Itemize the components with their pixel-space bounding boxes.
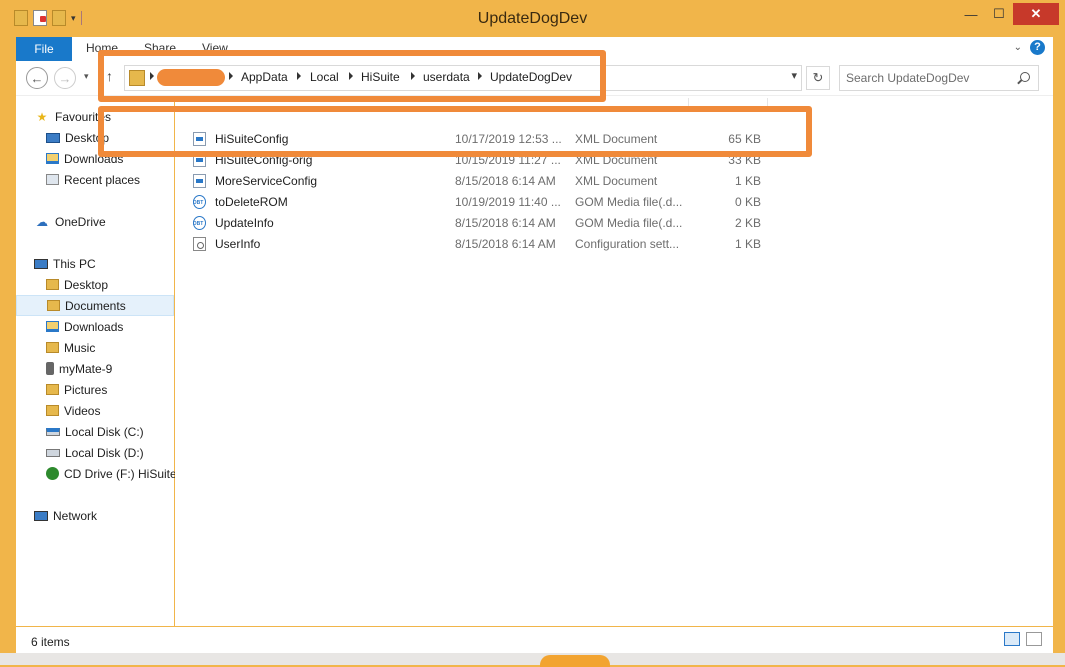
file-type: GOM Media file(.d... [575, 215, 683, 230]
close-button[interactable]: ✕ [1013, 3, 1059, 25]
cd-drive-icon [46, 467, 59, 480]
expand-ribbon-icon[interactable]: ⌄ [1014, 42, 1022, 53]
downloads-icon [46, 153, 59, 164]
star-icon: ★ [36, 109, 48, 124]
dbt-file-icon [193, 194, 206, 209]
nav-label: Local Disk (C:) [65, 424, 144, 439]
nav-thispc[interactable]: This PC [34, 253, 192, 274]
windows-drive-icon [46, 427, 60, 436]
nav-label: Documents [65, 298, 126, 313]
dbt-file-icon [193, 215, 206, 230]
computer-icon [34, 258, 48, 269]
refresh-button[interactable]: ↻ [806, 66, 830, 90]
nav-label: CD Drive (F:) HiSuite [64, 466, 177, 481]
explorer-window: ▾ UpdateDogDev — ☐ ✕ File Home Share Vie… [0, 0, 1065, 660]
onedrive-icon: ☁ [36, 214, 48, 229]
search-box[interactable]: Search UpdateDogDev [839, 65, 1039, 91]
nav-label: Network [53, 508, 98, 523]
nav-label: Desktop [64, 277, 109, 292]
xml-file-icon [193, 173, 206, 188]
phone-icon [46, 362, 54, 375]
nav-label: Music [64, 340, 96, 355]
file-row[interactable]: MoreServiceConfig 8/15/2018 6:14 AM XML … [193, 170, 833, 191]
nav-label: Pictures [64, 382, 108, 397]
file-row[interactable]: toDeleteROM 10/19/2019 11:40 ... GOM Med… [193, 191, 833, 212]
file-row[interactable]: UpdateInfo 8/15/2018 6:14 AM GOM Media f… [193, 212, 833, 233]
config-file-icon [193, 236, 206, 251]
item-count: 6 items [31, 635, 70, 649]
file-size: 2 KB [734, 215, 761, 230]
window-title: UpdateDogDev [477, 10, 588, 27]
file-size: 0 KB [734, 194, 761, 209]
title-bar: ▾ UpdateDogDev — ☐ ✕ [0, 0, 1065, 38]
file-type: GOM Media file(.d... [575, 194, 683, 209]
help-icon[interactable]: ? [1030, 40, 1045, 55]
network-icon [34, 510, 48, 521]
decorative-shape [540, 655, 610, 667]
file-name: UserInfo [215, 236, 261, 251]
desktop-folder-icon [46, 279, 59, 290]
videos-folder-icon [46, 405, 59, 416]
nav-label: myMate-9 [59, 361, 113, 376]
music-folder-icon [46, 342, 59, 353]
nav-label: Recent places [64, 172, 141, 187]
forward-button[interactable]: → [54, 67, 76, 89]
file-date: 8/15/2018 6:14 AM [455, 173, 556, 188]
file-date: 10/19/2019 11:40 ... [455, 194, 561, 209]
file-size: 1 KB [734, 236, 761, 251]
file-date: 8/15/2018 6:14 AM [455, 236, 556, 251]
drive-icon [46, 448, 60, 457]
caption-buttons: — ☐ ✕ [957, 3, 1059, 25]
recent-places-icon [46, 174, 59, 185]
nav-onedrive[interactable]: ☁ OneDrive [34, 211, 192, 232]
file-date: 8/15/2018 6:14 AM [455, 215, 556, 230]
file-size: 1 KB [734, 173, 761, 188]
documents-folder-icon [47, 300, 60, 311]
downloads-folder-icon [46, 321, 59, 332]
recent-locations-dropdown[interactable]: ▾ [84, 71, 89, 82]
file-row[interactable]: UserInfo 8/15/2018 6:14 AM Configuration… [193, 233, 833, 254]
nav-label: Local Disk (D:) [65, 445, 144, 460]
file-list: HiSuiteConfig 10/17/2019 12:53 ... XML D… [175, 96, 1053, 626]
back-button[interactable]: ← [26, 67, 48, 89]
nav-label: This PC [53, 256, 96, 271]
ribbon-controls: ⌄ ? [1014, 40, 1045, 55]
address-dropdown-icon[interactable]: ▾ [791, 69, 797, 82]
nav-network[interactable]: Network [34, 505, 192, 526]
details-view-icon[interactable] [1004, 632, 1020, 646]
file-type: Configuration sett... [575, 236, 680, 251]
file-name: UpdateInfo [215, 215, 274, 230]
minimize-button[interactable]: — [957, 3, 985, 25]
nav-label: Videos [64, 403, 101, 418]
file-name: MoreServiceConfig [215, 173, 318, 188]
nav-label: Downloads [64, 319, 124, 334]
pictures-folder-icon [46, 384, 59, 395]
large-icons-view-icon[interactable] [1026, 632, 1042, 646]
file-name: toDeleteROM [215, 194, 288, 209]
highlight-file-row [98, 106, 812, 157]
status-bar: 6 items [16, 627, 1053, 653]
tab-file[interactable]: File [16, 37, 72, 61]
nav-label: OneDrive [55, 214, 106, 229]
maximize-button[interactable]: ☐ [985, 3, 1013, 25]
desktop-icon [46, 132, 60, 143]
nav-pc-documents[interactable]: Documents [16, 295, 174, 316]
navigation-pane: ★ Favourites Desktop Downloads Recent pla… [16, 96, 177, 626]
highlight-address-bar [98, 50, 606, 102]
file-type: XML Document [575, 173, 658, 188]
search-input[interactable]: Search UpdateDogDev [846, 71, 969, 85]
search-icon[interactable] [1020, 72, 1030, 82]
desktop-strip [0, 653, 1065, 667]
